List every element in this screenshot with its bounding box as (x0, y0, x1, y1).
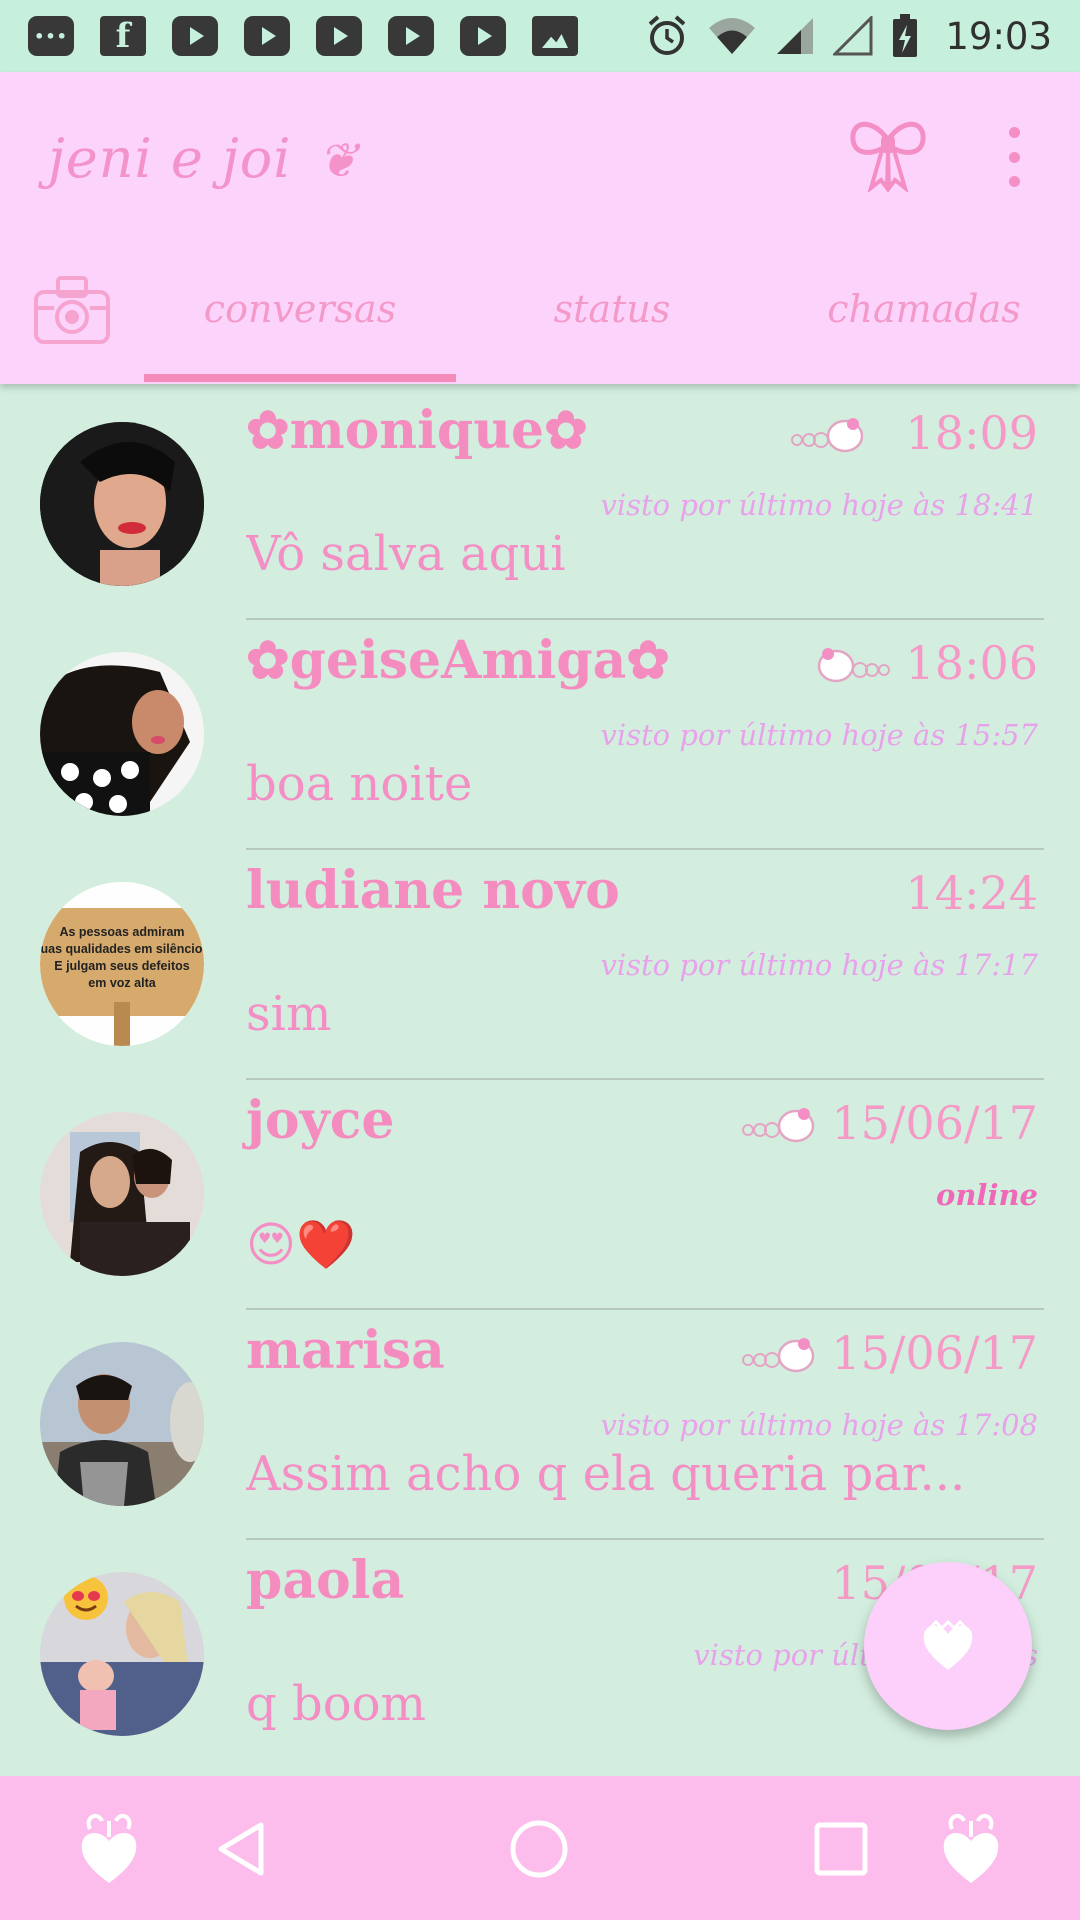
chat-row[interactable]: ✿monique✿ 18:09 visto por último hoje às… (0, 390, 1080, 620)
chat-last-seen: visto por último hoje às 17:08 (600, 1408, 1038, 1442)
app-title: jeni e joi ❦ (48, 127, 359, 190)
tab-status[interactable]: status (456, 287, 768, 347)
tab-chamadas[interactable]: chamadas (768, 287, 1080, 347)
chat-time: 15/06/17 (831, 1096, 1038, 1150)
chat-time: 18:06 (905, 636, 1038, 690)
chat-online-status: online (936, 1178, 1038, 1212)
heart-decoration-icon (74, 1813, 144, 1884)
chat-name: ✿geiseAmiga✿ (246, 630, 670, 691)
tab-indicator (144, 374, 456, 382)
heart-icon: ❦ (317, 133, 359, 189)
avatar[interactable]: As pessoas admiram suas qualidades em si… (40, 882, 204, 1046)
chat-last-message: sim (246, 986, 332, 1042)
avatar[interactable] (40, 422, 204, 586)
chat-name: ludiane novo (246, 860, 620, 921)
chat-last-message: q boom (246, 1676, 427, 1732)
chat-last-message: 😍❤️ (246, 1217, 356, 1273)
youtube-icon (388, 16, 434, 56)
hello-kitty-icon (791, 418, 864, 453)
notification-icons (28, 16, 578, 56)
chat-time: 18:09 (905, 406, 1038, 460)
chat-name: ✿monique✿ (246, 400, 588, 461)
chat-name: joyce (246, 1090, 395, 1151)
new-chat-button[interactable] (864, 1562, 1032, 1730)
home-button[interactable] (504, 1814, 574, 1884)
chat-name: marisa (246, 1320, 445, 1381)
hello-kitty-icon (742, 1108, 815, 1143)
chat-last-message: boa noite (246, 756, 473, 812)
chat-row[interactable]: As pessoas admiram suas qualidades em si… (0, 850, 1080, 1080)
avatar-sign-text: As pessoas admiram suas qualidades em si… (40, 925, 203, 990)
recents-button[interactable] (806, 1814, 876, 1884)
avatar[interactable] (40, 1572, 204, 1736)
chat-last-seen: visto por último hoje às 18:41 (600, 488, 1038, 522)
chat-last-message: Vô salva aqui (246, 526, 566, 582)
back-button[interactable] (206, 1814, 276, 1884)
system-icons: 19:03 (645, 13, 1052, 59)
status-bar: 19:03 (0, 0, 1080, 72)
wifi-icon (709, 18, 756, 54)
app-bar: jeni e joi ❦ conversas status chamadas (0, 72, 1080, 384)
chat-row[interactable]: joyce 15/06/17 online 😍❤️ (0, 1080, 1080, 1310)
chat-last-message: Assim acho q ela queria par... (246, 1446, 966, 1502)
signal-icon (777, 18, 814, 54)
avatar[interactable] (40, 1342, 204, 1506)
youtube-icon (316, 16, 362, 56)
alarm-icon (649, 15, 686, 55)
chat-time: 14:24 (905, 866, 1038, 920)
chat-time: 15/06/17 (831, 1326, 1038, 1380)
more-options-icon[interactable] (998, 127, 1030, 187)
image-icon (532, 16, 578, 56)
heart-decoration-icon (936, 1813, 1006, 1884)
chat-last-seen: visto por último hoje às 15:57 (600, 718, 1038, 752)
youtube-icon (460, 16, 506, 56)
more-icon (28, 16, 74, 56)
signal-empty-icon (833, 16, 873, 56)
facebook-icon (100, 16, 146, 56)
chat-name: paola (246, 1550, 405, 1611)
youtube-icon (244, 16, 290, 56)
youtube-icon (172, 16, 218, 56)
heart-icon (923, 1620, 973, 1670)
clock: 19:03 (945, 14, 1052, 58)
bow-icon[interactable] (848, 114, 928, 194)
hello-kitty-icon (742, 1338, 815, 1373)
chat-row[interactable]: marisa 15/06/17 visto por último hoje às… (0, 1310, 1080, 1540)
chat-last-seen: visto por último hoje às 17:17 (600, 948, 1038, 982)
tab-conversas[interactable]: conversas (144, 287, 456, 347)
avatar[interactable] (40, 652, 204, 816)
app-title-text: jeni e joi (48, 127, 292, 190)
navigation-bar (0, 1776, 1080, 1920)
battery-charging-icon (893, 14, 918, 57)
chat-row[interactable]: ✿geiseAmiga✿ 18:06 visto por último hoje… (0, 620, 1080, 850)
avatar[interactable] (40, 1112, 204, 1276)
hello-kitty-icon (817, 648, 890, 683)
camera-icon[interactable] (34, 274, 110, 344)
